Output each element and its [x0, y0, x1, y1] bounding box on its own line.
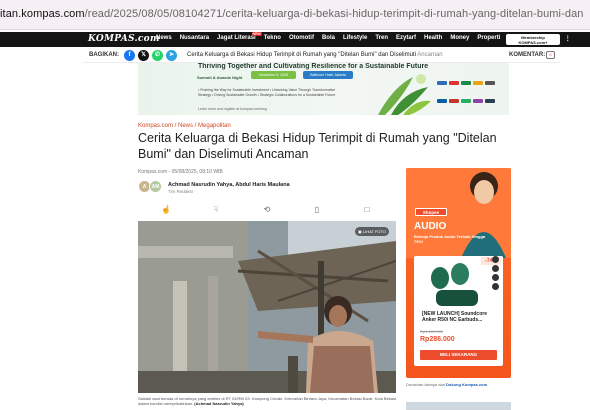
ad-footer-prefix: Dorachan lainnya dari	[406, 382, 445, 387]
earbuds-icon	[431, 263, 478, 306]
share-bar: BAGIKAN: f 𝕏 ✆ ➤ Cerita Keluarga di Beka…	[83, 48, 561, 63]
article-actions: ☝ ☟ ⟲ ▯ □	[138, 203, 396, 217]
buy-now-button[interactable]: BELI SEKARANG	[420, 350, 497, 360]
sponsor-logos	[436, 73, 506, 115]
nav-item-otomotif[interactable]: Otomotif	[289, 35, 314, 42]
article-photo[interactable]	[138, 221, 396, 393]
ad-footer-link[interactable]: Dukung Kompas.com	[446, 382, 487, 387]
caption-credit: (Achmad Nasrudin Yahya)	[194, 401, 244, 406]
esg-banner-ad[interactable]: Thriving Together and Cultivating Resili…	[138, 63, 509, 115]
share-label: BAGIKAN:	[89, 52, 119, 58]
whatsapp-icon[interactable]: ✆	[152, 50, 163, 61]
share-icon[interactable]: ⟲	[262, 205, 272, 215]
nav-item-lifestyle[interactable]: Lifestyle	[343, 35, 367, 42]
shopee-logo: Shopee	[415, 208, 447, 216]
x-icon[interactable]: 𝕏	[138, 50, 149, 61]
like-icon[interactable]: ☝	[161, 205, 171, 215]
membership-line2: KOMPAS.com+	[518, 39, 548, 45]
address-bar[interactable]: itan.kompas.com/read/2025/08/05/08104271…	[0, 0, 590, 30]
ad-subheading: Belanja Produk Audio Terbaik Hingga 70%!	[414, 234, 486, 244]
collapsed-house-photo	[138, 221, 396, 393]
shopee-ad[interactable]: Shopee AUDIO Belanja Produk Audio Terbai…	[406, 168, 511, 378]
nav-item-ezytarf[interactable]: Ezytarf	[396, 35, 416, 42]
dislike-icon[interactable]: ☟	[211, 205, 221, 215]
article-title: Cerita Keluarga di Bekasi Hidup Terimpit…	[138, 131, 497, 161]
author-names[interactable]: Achmad Nasrudin Yahya, Abdul Haris Maula…	[168, 182, 290, 194]
sticky-headline-tail: Ancaman	[417, 52, 443, 58]
sticky-headline[interactable]: Cerita Keluarga di Bekasi Hidup Terimpit…	[187, 52, 443, 58]
telegram-icon[interactable]: ➤	[166, 50, 177, 61]
leaves-illustration	[378, 74, 431, 115]
nav-item-properti[interactable]: Properti	[477, 35, 500, 42]
nav-item-money[interactable]: Money	[450, 35, 469, 42]
ad-heading: AUDIO	[414, 221, 447, 232]
authors-text: Achmad Nasrudin Yahya, Abdul Haris Maula…	[168, 182, 290, 188]
product-price: Rp286.000	[420, 336, 455, 343]
product-name[interactable]: [NEW LAUNCH] Soundcore Anker R50i NC Ear…	[422, 311, 500, 323]
banner-event: Summit & Awards Night	[197, 75, 243, 80]
banner-footer: Learn more and register at kompas.com/es…	[198, 107, 267, 111]
ad-footer: Dorachan lainnya dari Dukung Kompas.com	[406, 382, 487, 387]
old-price: Rp1.100.000	[420, 329, 443, 334]
editor-text: Tim Redaksi	[168, 189, 193, 194]
second-ad-slot[interactable]	[406, 402, 511, 410]
facebook-icon[interactable]: f	[124, 50, 135, 61]
nav-item-jagat-literasi[interactable]: Jagat Literasi NEW	[217, 32, 262, 42]
new-badge: NEW	[251, 32, 262, 36]
bookmark-icon[interactable]: ▯	[312, 205, 322, 215]
banner-venue-pill: Ballroom Hotel Jakarta	[303, 71, 353, 79]
comment-count-icon[interactable]: 0	[546, 51, 555, 59]
logo-text: KOMPAS	[88, 34, 135, 44]
view-photo-button[interactable]: ▣ LIHAT FOTO	[355, 227, 389, 236]
nav-item-health[interactable]: Health	[424, 35, 442, 42]
nav-item-nusantara[interactable]: Nusantara	[180, 35, 209, 42]
kompas-logo[interactable]: KOMPAS.com	[88, 34, 160, 44]
photo-caption: Salsiah saat berada di rumahnya yang amb…	[138, 396, 398, 406]
url-host: itan.kompas.com	[0, 8, 85, 20]
membership-button[interactable]: Membership KOMPAS.com+	[506, 34, 560, 45]
comment-icon[interactable]: □	[362, 205, 372, 215]
url-text[interactable]: itan.kompas.com/read/2025/08/05/08104271…	[0, 8, 584, 20]
top-navigation: KOMPAS.com News Nusantara Jagat Literasi NE…	[0, 32, 590, 47]
komentar-label[interactable]: KOMENTAR:	[509, 52, 545, 58]
nav-item-tekno[interactable]: Tekno	[264, 35, 281, 42]
nav-item-bola[interactable]: Bola	[322, 35, 335, 42]
article-meta: Kompas.com - 05/08/2025, 08:10 WIB	[138, 169, 223, 175]
banner-info: • Pushing the Way for Sustainable Invest…	[198, 88, 336, 97]
nav-item-tren[interactable]: Tren	[375, 35, 388, 42]
nav-item-news[interactable]: News	[156, 35, 172, 42]
breadcrumb[interactable]: Kompas.com / News / Megapolitan	[138, 123, 231, 129]
author-avatar-2[interactable]: AM	[149, 180, 162, 193]
sticky-headline-text: Cerita Keluarga di Bekasi Hidup Terimpit…	[187, 52, 416, 58]
menu-dots-icon[interactable]: ⋮	[565, 35, 571, 42]
url-path: /read/2025/08/05/08104271/cerita-keluarg…	[84, 8, 584, 20]
ad-side-icons	[492, 256, 502, 292]
caption-text: Salsiah saat berada di rumahnya yang amb…	[138, 396, 398, 406]
banner-date-pill: November 5, 2025	[251, 71, 296, 79]
